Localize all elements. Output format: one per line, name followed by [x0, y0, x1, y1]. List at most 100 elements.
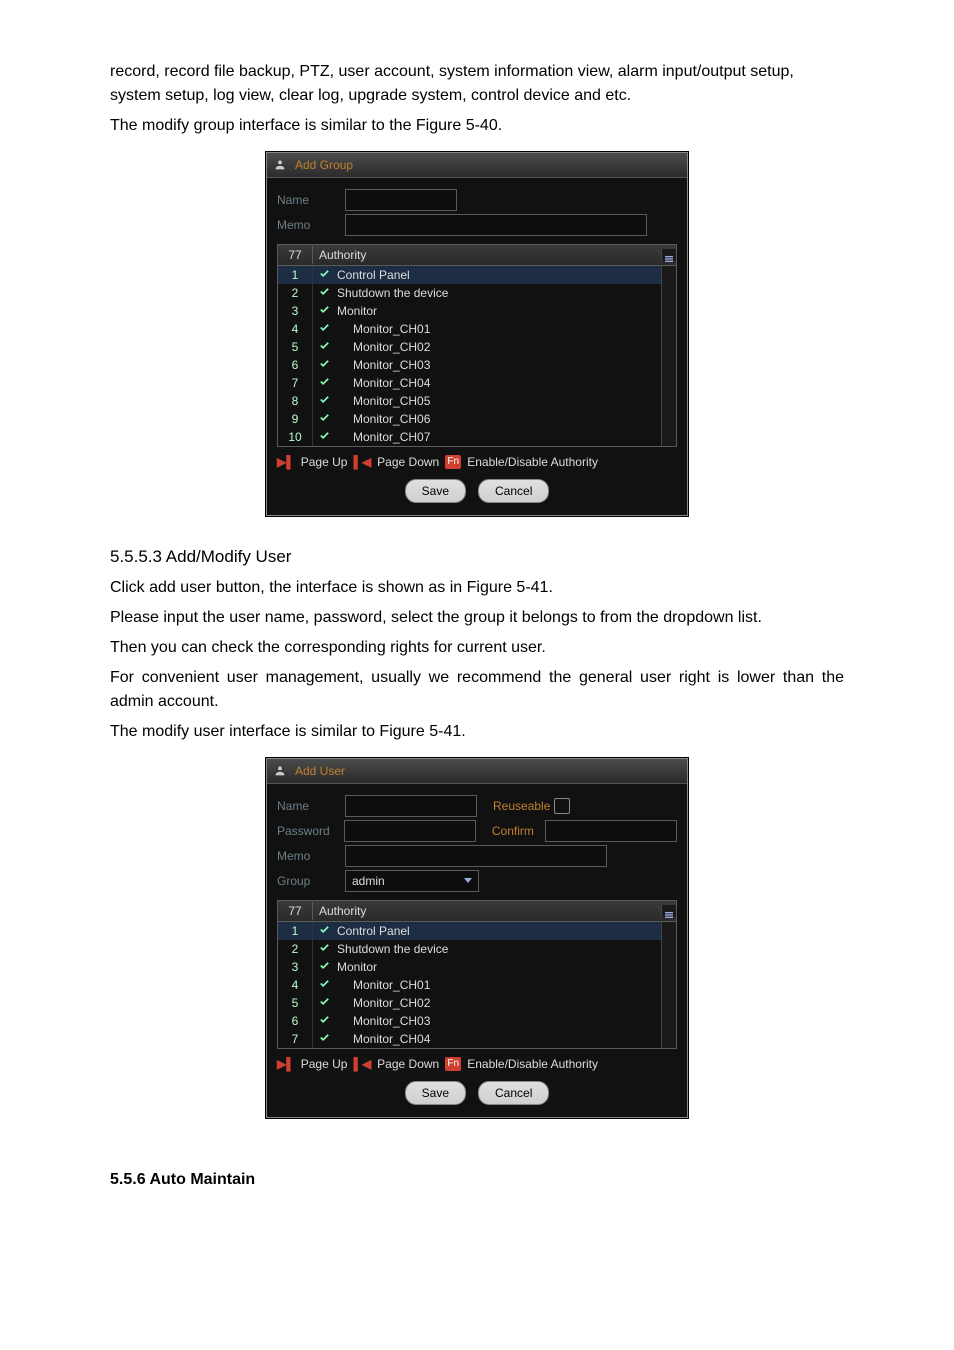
check-icon[interactable] — [313, 266, 335, 284]
fn-key[interactable]: Fn — [445, 455, 461, 469]
password-label: Password — [277, 822, 344, 840]
memo-label: Memo — [277, 847, 345, 865]
table-row[interactable]: 1Control Panel — [278, 266, 661, 284]
check-icon[interactable] — [313, 1030, 335, 1048]
confirm-input[interactable] — [545, 820, 677, 842]
row-index: 4 — [278, 976, 313, 994]
pagedown-label[interactable]: Page Down — [377, 1055, 439, 1073]
dialog-icon — [273, 764, 287, 778]
table-row[interactable]: 1Control Panel — [278, 922, 661, 940]
table-row[interactable]: 3Monitor — [278, 302, 661, 320]
section-p4: For convenient user management, usually … — [110, 666, 844, 714]
row-index: 8 — [278, 392, 313, 410]
row-label: Monitor_CH02 — [335, 338, 661, 356]
table-row[interactable]: 6Monitor_CH03 — [278, 356, 661, 374]
scrollbar[interactable] — [661, 249, 676, 261]
scrollbar[interactable] — [661, 905, 676, 917]
name-label: Name — [277, 191, 345, 209]
row-index: 6 — [278, 356, 313, 374]
check-icon[interactable] — [313, 428, 335, 446]
check-icon[interactable] — [313, 976, 335, 994]
reuseable-label: Reuseable — [493, 797, 550, 815]
reuseable-checkbox[interactable] — [554, 798, 570, 814]
group-select[interactable]: admin — [345, 870, 479, 892]
table-row[interactable]: 3Monitor — [278, 958, 661, 976]
section-p5: The modify user interface is similar to … — [110, 720, 844, 744]
row-index: 4 — [278, 320, 313, 338]
row-index: 10 — [278, 428, 313, 446]
group-label: Group — [277, 872, 345, 890]
row-label: Monitor_CH04 — [335, 1030, 661, 1048]
fn-key[interactable]: Fn — [445, 1057, 461, 1071]
check-icon[interactable] — [313, 922, 335, 940]
enable-label[interactable]: Enable/Disable Authority — [467, 453, 598, 471]
table-row[interactable]: 4Monitor_CH01 — [278, 320, 661, 338]
check-icon[interactable] — [313, 302, 335, 320]
memo-input[interactable] — [345, 214, 647, 236]
check-icon[interactable] — [313, 958, 335, 976]
pageup-label[interactable]: Page Up — [301, 1055, 348, 1073]
row-label: Monitor — [335, 958, 661, 976]
section-heading: 5.5.5.3 Add/Modify User — [110, 544, 844, 570]
pager: ▶▌ Page Up ▌◀ Page Down Fn Enable/Disabl… — [277, 1055, 677, 1073]
intro-p2: The modify group interface is similar to… — [110, 114, 844, 138]
check-icon[interactable] — [313, 1012, 335, 1030]
name-input[interactable] — [345, 795, 477, 817]
table-row[interactable]: 2Shutdown the device — [278, 940, 661, 958]
table-row[interactable]: 8 Monitor_CH05 — [278, 392, 661, 410]
check-icon[interactable] — [313, 320, 335, 338]
auto-maintain-heading: 5.5.6 Auto Maintain — [110, 1168, 844, 1192]
table-row[interactable]: 10Monitor_CH07 — [278, 428, 661, 446]
row-index: 5 — [278, 994, 313, 1012]
authority-table: 77 Authority 1Control Panel2Shutdown the… — [277, 900, 677, 1049]
check-icon[interactable] — [313, 994, 335, 1012]
scrollbar-track[interactable] — [661, 922, 676, 1048]
row-label: Shutdown the device — [335, 940, 661, 958]
dialog-icon — [273, 158, 287, 172]
row-index: 1 — [278, 266, 313, 284]
table-row[interactable]: 7 Monitor_CH04 — [278, 374, 661, 392]
name-input[interactable] — [345, 189, 457, 211]
password-input[interactable] — [344, 820, 476, 842]
check-icon[interactable] — [313, 338, 335, 356]
row-label: Control Panel — [335, 922, 661, 940]
table-row[interactable]: 5Monitor_CH02 — [278, 994, 661, 1012]
check-icon[interactable] — [313, 410, 335, 428]
cancel-button[interactable]: Cancel — [478, 1081, 549, 1105]
table-row[interactable]: 6Monitor_CH03 — [278, 1012, 661, 1030]
enable-label[interactable]: Enable/Disable Authority — [467, 1055, 598, 1073]
save-button[interactable]: Save — [405, 1081, 466, 1105]
next-icon[interactable]: ▶▌ — [277, 1055, 295, 1073]
pageup-label[interactable]: Page Up — [301, 453, 348, 471]
check-icon[interactable] — [313, 374, 335, 392]
cancel-button[interactable]: Cancel — [478, 479, 549, 503]
scrollbar-track[interactable] — [661, 266, 676, 446]
table-row[interactable]: 9Monitor_CH06 — [278, 410, 661, 428]
row-index: 9 — [278, 410, 313, 428]
next-icon[interactable]: ▶▌ — [277, 453, 295, 471]
check-icon[interactable] — [313, 392, 335, 410]
prev-icon[interactable]: ▌◀ — [353, 453, 371, 471]
check-icon[interactable] — [313, 356, 335, 374]
dialog-title: Add Group — [295, 156, 353, 174]
check-icon[interactable] — [313, 940, 335, 958]
table-row[interactable]: 7Monitor_CH04 — [278, 1030, 661, 1048]
section-p3: Then you can check the corresponding rig… — [110, 636, 844, 660]
table-row[interactable]: 5Monitor_CH02 — [278, 338, 661, 356]
table-row[interactable]: 4Monitor_CH01 — [278, 976, 661, 994]
row-label: Monitor_CH03 — [335, 1012, 661, 1030]
memo-label: Memo — [277, 216, 345, 234]
row-index: 7 — [278, 374, 313, 392]
check-icon[interactable] — [313, 284, 335, 302]
save-button[interactable]: Save — [405, 479, 466, 503]
dialog-title: Add User — [295, 762, 345, 780]
row-label: Monitor_CH05 — [335, 392, 661, 410]
intro-p1: record, record file backup, PTZ, user ac… — [110, 60, 844, 108]
table-row[interactable]: 2Shutdown the device — [278, 284, 661, 302]
prev-icon[interactable]: ▌◀ — [353, 1055, 371, 1073]
chevron-down-icon — [464, 878, 472, 883]
pagedown-label[interactable]: Page Down — [377, 453, 439, 471]
memo-input[interactable] — [345, 845, 607, 867]
row-label: Monitor_CH04 — [335, 374, 661, 392]
pager: ▶▌ Page Up ▌◀ Page Down Fn Enable/Disabl… — [277, 453, 677, 471]
